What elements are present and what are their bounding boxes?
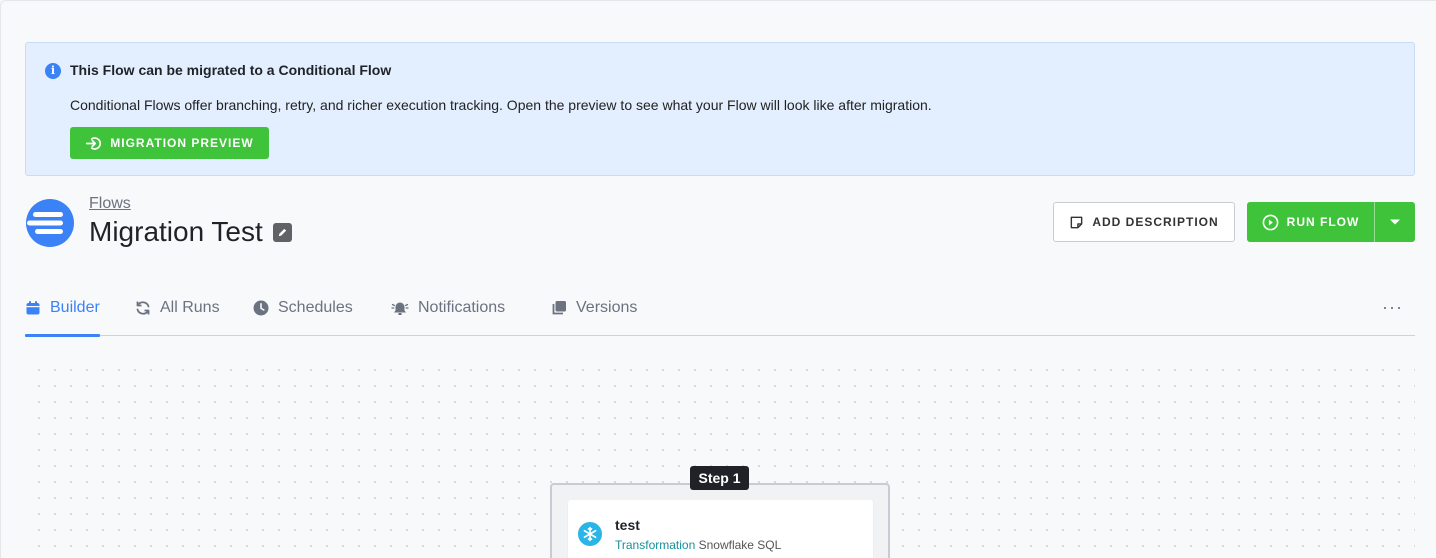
breadcrumb-flows[interactable]: Flows <box>89 195 131 213</box>
step-label: Step 1 <box>690 466 749 490</box>
task-meta: Transformation Snowflake SQL <box>615 538 781 552</box>
versions-icon <box>552 301 566 315</box>
task-card[interactable]: test Transformation Snowflake SQL <box>568 500 873 558</box>
tab-versions-label: Versions <box>576 299 638 316</box>
play-circle-icon <box>1262 214 1279 230</box>
enter-arrow-icon <box>86 136 102 150</box>
refresh-icon <box>136 301 150 315</box>
builder-canvas[interactable]: Step 1 test Transformation Snowflake SQL <box>25 356 1415 558</box>
migration-preview-button[interactable]: MIGRATION PREVIEW <box>70 127 269 159</box>
info-icon: i <box>45 63 61 79</box>
caret-down-icon <box>1390 219 1400 225</box>
snowflake-icon <box>578 522 602 546</box>
tab-builder-label: Builder <box>50 299 100 316</box>
run-flow-dropdown-button[interactable] <box>1375 202 1415 242</box>
tab-notifications-label: Notifications <box>418 299 506 316</box>
run-flow-button[interactable]: RUN FLOW <box>1247 202 1375 242</box>
tab-schedules[interactable]: Schedules <box>253 281 353 335</box>
note-icon <box>1070 216 1083 228</box>
flow-detail-page: i This Flow can be migrated to a Conditi… <box>0 0 1436 558</box>
bell-icon <box>391 302 409 315</box>
calendar-icon <box>26 301 40 315</box>
tab-all-runs-label: All Runs <box>160 299 220 316</box>
tab-versions[interactable]: Versions <box>551 281 637 335</box>
flow-logo-icon <box>26 199 74 247</box>
migration-preview-label: MIGRATION PREVIEW <box>110 136 254 150</box>
tab-notifications[interactable]: Notifications <box>391 281 505 335</box>
tab-builder[interactable]: Builder <box>25 281 100 337</box>
task-component: Snowflake SQL <box>698 538 782 552</box>
clock-icon <box>253 300 269 316</box>
more-options-icon[interactable]: ··· <box>1382 297 1403 318</box>
tab-all-runs[interactable]: All Runs <box>135 281 220 335</box>
tab-schedules-label: Schedules <box>278 299 353 316</box>
task-type: Transformation <box>615 538 696 552</box>
edit-title-icon[interactable] <box>272 222 292 242</box>
run-flow-split-button: RUN FLOW <box>1247 202 1415 242</box>
banner-title: This Flow can be migrated to a Condition… <box>70 62 392 78</box>
page-title-row: Migration Test <box>89 216 292 248</box>
add-description-button[interactable]: ADD DESCRIPTION <box>1053 202 1235 242</box>
banner-text: Conditional Flows offer branching, retry… <box>70 97 932 113</box>
add-description-label: ADD DESCRIPTION <box>1092 215 1219 229</box>
run-flow-label: RUN FLOW <box>1286 215 1360 229</box>
migration-banner: i This Flow can be migrated to a Conditi… <box>25 42 1415 176</box>
task-name: test <box>615 517 640 533</box>
flow-tabs: Builder All Runs Schedules Notifications… <box>25 281 1415 337</box>
page-title: Migration Test <box>89 216 263 247</box>
